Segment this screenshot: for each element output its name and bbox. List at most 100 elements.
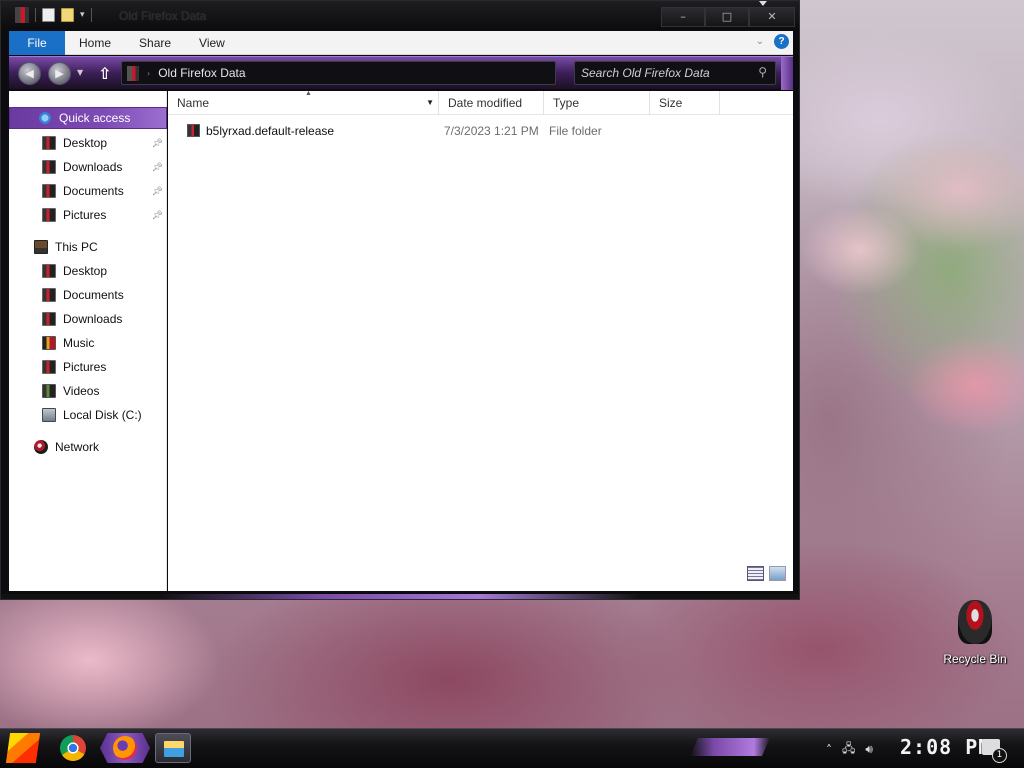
- file-explorer-taskbar-button[interactable]: [155, 733, 191, 763]
- recent-locations-chevron-icon[interactable]: ▼: [77, 68, 83, 77]
- breadcrumb-chevron-icon[interactable]: ›: [147, 69, 150, 78]
- desktop-icon-recycle-bin[interactable]: Recycle Bin: [940, 600, 1010, 666]
- column-header-size[interactable]: Size: [650, 91, 720, 115]
- breadcrumb[interactable]: Old Firefox Data: [158, 66, 245, 80]
- toolbar-separator: [90, 8, 92, 22]
- column-header-date-modified[interactable]: Date modified: [439, 91, 544, 115]
- column-header-label: Name: [177, 96, 210, 110]
- location-icon: [127, 65, 139, 81]
- column-headers: ▲ Name ▼ Date modified Type Size: [168, 90, 793, 115]
- close-button[interactable]: ✕: [749, 7, 795, 27]
- sidebar-item-label: Network: [55, 440, 100, 454]
- file-list: ▲ Name ▼ Date modified Type Size b5lyrxa…: [168, 90, 793, 591]
- sidebar-item-label: Desktop: [63, 264, 108, 278]
- sidebar-item-documents-pinned[interactable]: Documents 📌︎: [9, 180, 167, 202]
- sidebar-item-documents[interactable]: Documents: [9, 284, 167, 306]
- window-frame-left: [1, 31, 9, 596]
- window-frame-right: [793, 31, 799, 596]
- maximize-button[interactable]: □: [705, 7, 749, 27]
- toolbar-separator: [35, 8, 36, 22]
- sidebar-item-downloads-pinned[interactable]: Downloads 📌︎: [9, 156, 167, 178]
- desktop-icon: [42, 264, 56, 278]
- sidebar-item-label: Local Disk (C:): [63, 408, 142, 422]
- taskbar-accent: [690, 738, 770, 756]
- large-icons-view-icon[interactable]: [769, 566, 786, 581]
- documents-icon: [42, 288, 56, 302]
- search-box[interactable]: ⚲: [574, 61, 776, 85]
- pin-icon[interactable]: 📌︎: [152, 210, 163, 221]
- sidebar-item-label: Videos: [63, 384, 100, 398]
- file-name: b5lyrxad.default-release: [206, 124, 335, 138]
- search-icon[interactable]: ⚲: [758, 65, 767, 79]
- file-date-modified: 7/3/2023 1:21 PM: [444, 124, 539, 138]
- volume-icon[interactable]: 🔊︎: [865, 742, 873, 757]
- details-view-icon[interactable]: [747, 566, 764, 581]
- documents-icon: [42, 184, 56, 198]
- pin-icon[interactable]: 📌︎: [152, 162, 163, 173]
- sidebar-item-this-pc[interactable]: This PC: [9, 236, 167, 258]
- tab-view[interactable]: View: [185, 31, 239, 55]
- new-folder-icon[interactable]: [61, 8, 74, 22]
- sidebar-item-label: Downloads: [63, 160, 123, 174]
- desktop-icon-label: Recycle Bin: [943, 652, 1007, 666]
- table-row[interactable]: b5lyrxad.default-release 7/3/2023 1:21 P…: [168, 120, 793, 142]
- ribbon-right-controls: ⌄ ?: [756, 34, 789, 49]
- sidebar-item-videos[interactable]: Videos: [9, 380, 167, 402]
- sidebar-item-desktop-pinned[interactable]: Desktop 📌︎: [9, 132, 167, 154]
- search-input[interactable]: [575, 62, 745, 84]
- app-icon[interactable]: [15, 7, 29, 23]
- column-header-type[interactable]: Type: [544, 91, 650, 115]
- forward-button[interactable]: ▶: [48, 62, 71, 85]
- network-tray-icon[interactable]: 🖧︎: [842, 739, 855, 760]
- properties-icon[interactable]: [42, 8, 55, 22]
- chrome-taskbar-button[interactable]: [60, 735, 86, 761]
- column-header-name[interactable]: Name ▼: [168, 91, 439, 115]
- firefox-taskbar-button[interactable]: [100, 733, 150, 763]
- notification-count-badge: 1: [992, 748, 1007, 763]
- customize-toolbar-chevron-icon[interactable]: ▾: [80, 10, 85, 20]
- pictures-icon: [42, 208, 56, 222]
- sidebar-item-label: This PC: [55, 240, 98, 254]
- sidebar-item-pictures[interactable]: Pictures: [9, 356, 167, 378]
- sidebar-item-pictures-pinned[interactable]: Pictures 📌︎: [9, 204, 167, 226]
- window-frame-bottom: [1, 594, 799, 599]
- star-icon: [38, 111, 52, 125]
- pin-icon[interactable]: 📌︎: [152, 138, 163, 149]
- minimize-button[interactable]: –: [661, 7, 705, 27]
- sidebar-item-desktop[interactable]: Desktop: [9, 260, 167, 282]
- ribbon-tabs: File Home Share View ⌄ ?: [9, 30, 793, 55]
- address-bar[interactable]: › Old Firefox Data: [121, 61, 556, 85]
- sidebar-item-music[interactable]: Music: [9, 332, 167, 354]
- back-button[interactable]: ◀: [18, 62, 41, 85]
- up-button[interactable]: ⇧: [98, 64, 111, 83]
- network-icon: [34, 440, 48, 454]
- file-explorer-icon: [164, 741, 184, 757]
- sidebar-item-label: Documents: [63, 288, 124, 302]
- expand-ribbon-chevron-icon[interactable]: ⌄: [756, 36, 764, 47]
- downloads-icon: [42, 160, 56, 174]
- sidebar-item-local-disk[interactable]: Local Disk (C:): [9, 404, 167, 426]
- sidebar-item-quick-access[interactable]: Quick access: [9, 107, 167, 129]
- tab-home[interactable]: Home: [65, 31, 125, 55]
- pictures-icon: [42, 360, 56, 374]
- recycle-bin-icon: [958, 600, 992, 644]
- sidebar-item-network[interactable]: Network: [9, 436, 167, 458]
- taskbar: ˄ 🖧︎ 🔊︎ 2:08 PM 1: [0, 728, 1024, 768]
- help-icon[interactable]: ?: [774, 34, 789, 49]
- tab-share[interactable]: Share: [125, 31, 185, 55]
- navigation-pane: Quick access Desktop 📌︎ Downloads 📌︎ Doc…: [9, 91, 167, 591]
- system-tray: ˄ 🖧︎ 🔊︎: [826, 739, 873, 760]
- sidebar-item-label: Pictures: [63, 208, 107, 222]
- clock[interactable]: 2:08 PM: [900, 735, 991, 759]
- tab-file[interactable]: File: [9, 30, 65, 55]
- show-hidden-icons-chevron-icon[interactable]: ˄: [826, 743, 832, 757]
- sidebar-item-label: Quick access: [59, 111, 131, 125]
- file-type: File folder: [549, 124, 602, 138]
- column-filter-chevron-icon[interactable]: ▼: [426, 91, 434, 115]
- sidebar-item-label: Documents: [63, 184, 124, 198]
- sidebar-item-downloads[interactable]: Downloads: [9, 308, 167, 330]
- pin-icon[interactable]: 📌︎: [152, 186, 163, 197]
- view-switcher: [747, 566, 786, 581]
- start-button[interactable]: [5, 733, 41, 763]
- title-bar[interactable]: ▾ Old Firefox Data – □ ✕: [1, 1, 799, 31]
